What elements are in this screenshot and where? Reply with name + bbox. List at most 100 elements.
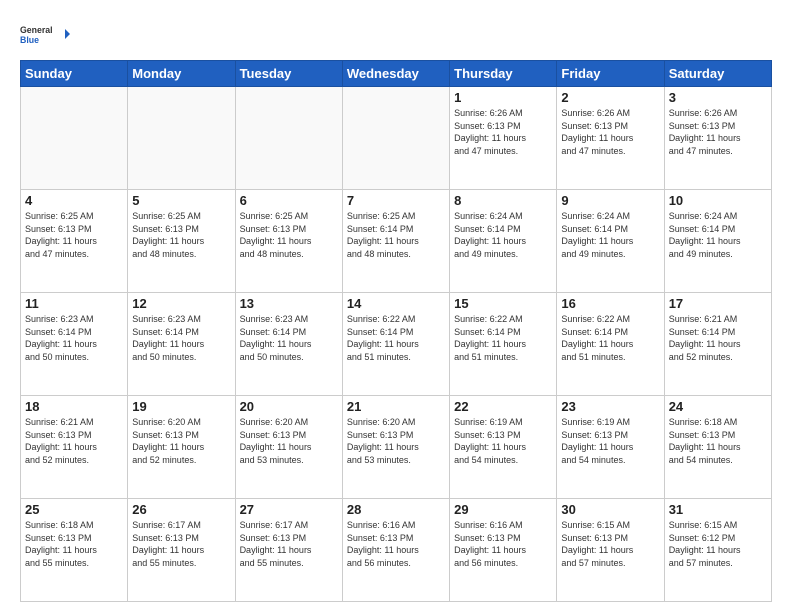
day-info: Sunrise: 6:23 AM Sunset: 6:14 PM Dayligh…	[132, 313, 230, 363]
day-info: Sunrise: 6:24 AM Sunset: 6:14 PM Dayligh…	[561, 210, 659, 260]
day-info: Sunrise: 6:24 AM Sunset: 6:14 PM Dayligh…	[454, 210, 552, 260]
day-number: 18	[25, 399, 123, 414]
day-number: 4	[25, 193, 123, 208]
calendar-day-cell: 28 Sunrise: 6:16 AM Sunset: 6:13 PM Dayli…	[342, 499, 449, 602]
weekday-header-cell: Sunday	[21, 61, 128, 87]
calendar-day-cell	[235, 87, 342, 190]
calendar-week-row: 11 Sunrise: 6:23 AM Sunset: 6:14 PM Dayli…	[21, 293, 772, 396]
calendar-day-cell: 24 Sunrise: 6:18 AM Sunset: 6:13 PM Dayli…	[664, 396, 771, 499]
calendar-day-cell: 3 Sunrise: 6:26 AM Sunset: 6:13 PM Daylig…	[664, 87, 771, 190]
day-info: Sunrise: 6:24 AM Sunset: 6:14 PM Dayligh…	[669, 210, 767, 260]
calendar-body: 1 Sunrise: 6:26 AM Sunset: 6:13 PM Daylig…	[21, 87, 772, 602]
weekday-header-cell: Monday	[128, 61, 235, 87]
day-info: Sunrise: 6:25 AM Sunset: 6:13 PM Dayligh…	[132, 210, 230, 260]
day-info: Sunrise: 6:15 AM Sunset: 6:12 PM Dayligh…	[669, 519, 767, 569]
day-number: 10	[669, 193, 767, 208]
day-number: 3	[669, 90, 767, 105]
day-info: Sunrise: 6:17 AM Sunset: 6:13 PM Dayligh…	[240, 519, 338, 569]
calendar-day-cell: 17Sunrise: 6:21 AM Sunset: 6:14 PM Dayli…	[664, 293, 771, 396]
day-info: Sunrise: 6:26 AM Sunset: 6:13 PM Dayligh…	[561, 107, 659, 157]
day-number: 11	[25, 296, 123, 311]
day-info: Sunrise: 6:21 AM Sunset: 6:14 PM Dayligh…	[669, 313, 767, 363]
calendar-day-cell: 13Sunrise: 6:23 AM Sunset: 6:14 PM Dayli…	[235, 293, 342, 396]
day-info: Sunrise: 6:16 AM Sunset: 6:13 PM Dayligh…	[454, 519, 552, 569]
calendar-day-cell: 11 Sunrise: 6:23 AM Sunset: 6:14 PM Dayli…	[21, 293, 128, 396]
calendar-day-cell: 31 Sunrise: 6:15 AM Sunset: 6:12 PM Dayli…	[664, 499, 771, 602]
calendar-week-row: 1 Sunrise: 6:26 AM Sunset: 6:13 PM Daylig…	[21, 87, 772, 190]
day-number: 5	[132, 193, 230, 208]
calendar-day-cell: 9 Sunrise: 6:24 AM Sunset: 6:14 PM Daylig…	[557, 190, 664, 293]
calendar-day-cell: 14Sunrise: 6:22 AM Sunset: 6:14 PM Dayli…	[342, 293, 449, 396]
day-info: Sunrise: 6:26 AM Sunset: 6:13 PM Dayligh…	[454, 107, 552, 157]
day-number: 20	[240, 399, 338, 414]
day-info: Sunrise: 6:19 AM Sunset: 6:13 PM Dayligh…	[454, 416, 552, 466]
calendar-day-cell: 27 Sunrise: 6:17 AM Sunset: 6:13 PM Dayli…	[235, 499, 342, 602]
calendar-day-cell: 18Sunrise: 6:21 AM Sunset: 6:13 PM Dayli…	[21, 396, 128, 499]
page: General Blue SundayMondayTuesdayWednesda…	[0, 0, 792, 612]
weekday-header-cell: Wednesday	[342, 61, 449, 87]
day-number: 1	[454, 90, 552, 105]
calendar-week-row: 4 Sunrise: 6:25 AM Sunset: 6:13 PM Daylig…	[21, 190, 772, 293]
calendar-week-row: 18Sunrise: 6:21 AM Sunset: 6:13 PM Dayli…	[21, 396, 772, 499]
day-number: 25	[25, 502, 123, 517]
day-info: Sunrise: 6:19 AM Sunset: 6:13 PM Dayligh…	[561, 416, 659, 466]
calendar-day-cell: 15 Sunrise: 6:22 AM Sunset: 6:14 PM Dayli…	[450, 293, 557, 396]
calendar-day-cell: 4Sunrise: 6:25 AM Sunset: 6:13 PM Daylig…	[21, 190, 128, 293]
day-number: 29	[454, 502, 552, 517]
calendar-day-cell: 23 Sunrise: 6:19 AM Sunset: 6:13 PM Dayli…	[557, 396, 664, 499]
calendar-day-cell: 2 Sunrise: 6:26 AM Sunset: 6:13 PM Daylig…	[557, 87, 664, 190]
day-number: 16	[561, 296, 659, 311]
day-number: 24	[669, 399, 767, 414]
header: General Blue	[20, 16, 772, 52]
day-number: 31	[669, 502, 767, 517]
generalblue-logo-icon: General Blue	[20, 16, 70, 52]
day-number: 7	[347, 193, 445, 208]
weekday-header-cell: Friday	[557, 61, 664, 87]
day-info: Sunrise: 6:16 AM Sunset: 6:13 PM Dayligh…	[347, 519, 445, 569]
day-number: 27	[240, 502, 338, 517]
calendar-day-cell: 21 Sunrise: 6:20 AM Sunset: 6:13 PM Dayli…	[342, 396, 449, 499]
calendar-table: SundayMondayTuesdayWednesdayThursdayFrid…	[20, 60, 772, 602]
day-number: 8	[454, 193, 552, 208]
day-number: 2	[561, 90, 659, 105]
day-number: 30	[561, 502, 659, 517]
calendar-day-cell	[128, 87, 235, 190]
day-info: Sunrise: 6:17 AM Sunset: 6:13 PM Dayligh…	[132, 519, 230, 569]
weekday-header-cell: Tuesday	[235, 61, 342, 87]
day-number: 14	[347, 296, 445, 311]
day-info: Sunrise: 6:23 AM Sunset: 6:14 PM Dayligh…	[25, 313, 123, 363]
day-number: 22	[454, 399, 552, 414]
day-info: Sunrise: 6:15 AM Sunset: 6:13 PM Dayligh…	[561, 519, 659, 569]
calendar-day-cell	[342, 87, 449, 190]
day-number: 21	[347, 399, 445, 414]
day-number: 28	[347, 502, 445, 517]
calendar-day-cell: 8 Sunrise: 6:24 AM Sunset: 6:14 PM Daylig…	[450, 190, 557, 293]
calendar-day-cell: 12Sunrise: 6:23 AM Sunset: 6:14 PM Dayli…	[128, 293, 235, 396]
day-info: Sunrise: 6:18 AM Sunset: 6:13 PM Dayligh…	[25, 519, 123, 569]
day-number: 6	[240, 193, 338, 208]
calendar-day-cell: 30 Sunrise: 6:15 AM Sunset: 6:13 PM Dayli…	[557, 499, 664, 602]
day-number: 23	[561, 399, 659, 414]
day-number: 15	[454, 296, 552, 311]
day-info: Sunrise: 6:20 AM Sunset: 6:13 PM Dayligh…	[347, 416, 445, 466]
weekday-header-cell: Thursday	[450, 61, 557, 87]
day-info: Sunrise: 6:26 AM Sunset: 6:13 PM Dayligh…	[669, 107, 767, 157]
day-info: Sunrise: 6:25 AM Sunset: 6:14 PM Dayligh…	[347, 210, 445, 260]
day-number: 9	[561, 193, 659, 208]
svg-text:Blue: Blue	[20, 35, 39, 45]
day-info: Sunrise: 6:22 AM Sunset: 6:14 PM Dayligh…	[561, 313, 659, 363]
day-info: Sunrise: 6:18 AM Sunset: 6:13 PM Dayligh…	[669, 416, 767, 466]
calendar-day-cell: 22 Sunrise: 6:19 AM Sunset: 6:13 PM Dayli…	[450, 396, 557, 499]
day-info: Sunrise: 6:22 AM Sunset: 6:14 PM Dayligh…	[454, 313, 552, 363]
calendar-day-cell: 25 Sunrise: 6:18 AM Sunset: 6:13 PM Dayli…	[21, 499, 128, 602]
calendar-day-cell: 7 Sunrise: 6:25 AM Sunset: 6:14 PM Daylig…	[342, 190, 449, 293]
logo: General Blue	[20, 16, 70, 52]
calendar-day-cell: 6 Sunrise: 6:25 AM Sunset: 6:13 PM Daylig…	[235, 190, 342, 293]
calendar-week-row: 25 Sunrise: 6:18 AM Sunset: 6:13 PM Dayli…	[21, 499, 772, 602]
calendar-day-cell: 29 Sunrise: 6:16 AM Sunset: 6:13 PM Dayli…	[450, 499, 557, 602]
day-number: 26	[132, 502, 230, 517]
calendar-day-cell: 1 Sunrise: 6:26 AM Sunset: 6:13 PM Daylig…	[450, 87, 557, 190]
day-info: Sunrise: 6:25 AM Sunset: 6:13 PM Dayligh…	[240, 210, 338, 260]
day-number: 19	[132, 399, 230, 414]
calendar-day-cell: 10 Sunrise: 6:24 AM Sunset: 6:14 PM Dayli…	[664, 190, 771, 293]
